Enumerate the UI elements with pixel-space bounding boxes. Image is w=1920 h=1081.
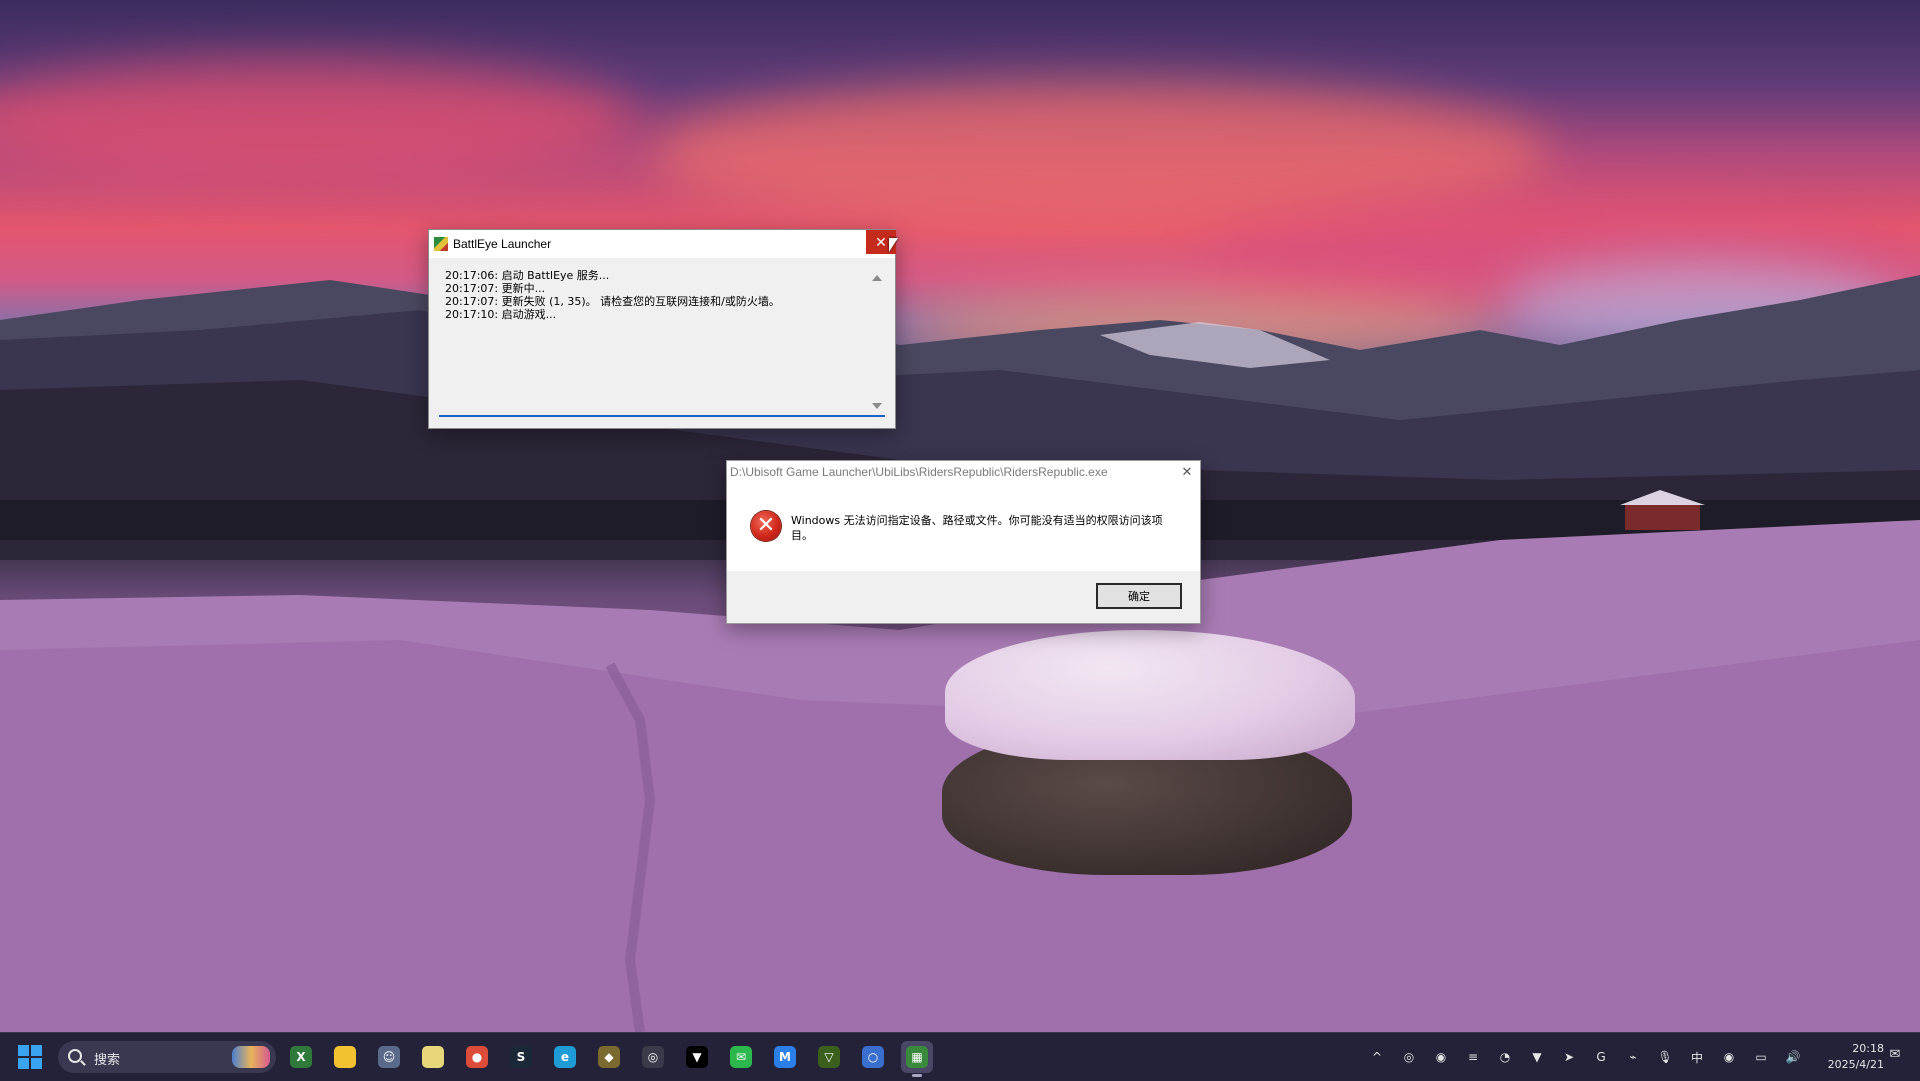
browser-globe-icon-glyph: ○ — [862, 1046, 884, 1068]
network-icon[interactable]: ▭ — [1751, 1047, 1771, 1067]
file-explorer-icon[interactable] — [329, 1041, 361, 1073]
search-placeholder: 搜索 — [94, 1053, 121, 1068]
close-button[interactable]: ✕ — [1178, 463, 1196, 481]
vpn-icon-glyph: ▼ — [686, 1046, 708, 1068]
notepad-app-icon[interactable] — [417, 1041, 449, 1073]
scroll-up-arrow-icon[interactable] — [872, 275, 882, 281]
xbox-icon-glyph: X — [290, 1046, 312, 1068]
mouse-cursor-icon — [889, 238, 898, 252]
tray-menu-icon[interactable]: ≡ — [1463, 1047, 1483, 1067]
avatar-app-icon[interactable]: ☺ — [373, 1041, 405, 1073]
tray-app-icon[interactable]: ◎ — [1399, 1047, 1419, 1067]
wechat-icon-glyph: ✉ — [730, 1046, 752, 1068]
dialog-title: D:\Ubisoft Game Launcher\UbiLibs\RidersR… — [730, 465, 1108, 479]
microphone-icon[interactable]: 🎙 — [1655, 1047, 1675, 1067]
accelerator-icon-glyph: ▽ — [818, 1046, 840, 1068]
battleye-icon[interactable]: ▦ — [901, 1041, 933, 1077]
tray-app-icon[interactable]: ◉ — [1719, 1047, 1739, 1067]
error-message: Windows 无法访问指定设备、路径或文件。你可能没有适当的权限访问该项目。 — [791, 514, 1163, 542]
ubisoft-icon[interactable]: ◎ — [637, 1041, 669, 1073]
chrome-icon[interactable]: ● — [461, 1041, 493, 1073]
file-explorer-icon-glyph — [334, 1046, 356, 1068]
battleye-launcher-window: BattlEye Launcher ✕ 20:17:06: 启动 BattlEy… — [428, 229, 896, 429]
accelerator-icon[interactable]: ▽ — [813, 1041, 845, 1073]
clock-date: 2025/4/21 — [1827, 1058, 1884, 1071]
clock-time: 20:18 — [1852, 1042, 1884, 1055]
vpn-icon[interactable]: ▼ — [681, 1041, 713, 1073]
input-method-icon[interactable]: 中 — [1687, 1047, 1707, 1067]
edge-like-icon[interactable]: e — [549, 1041, 581, 1073]
game-app-icon-glyph: ◆ — [598, 1046, 620, 1068]
volume-icon[interactable]: 🔊 — [1783, 1047, 1803, 1067]
maps-app-icon-glyph: M — [774, 1046, 796, 1068]
wechat-icon[interactable]: ✉ — [725, 1041, 757, 1073]
battleye-app-icon — [434, 237, 448, 251]
steam-icon[interactable]: S — [505, 1041, 537, 1073]
notification-icon[interactable]: ✉ — [1886, 1047, 1904, 1065]
dialog-footer: 确定 — [727, 571, 1200, 623]
error-x-glyph: ✕ — [756, 513, 776, 538]
log-scrollbar[interactable] — [869, 269, 885, 415]
battleye-icon-glyph: ▦ — [906, 1046, 928, 1068]
log-line: 20:17:07: 更新中... — [445, 282, 546, 295]
tray-app-icon[interactable]: ◔ — [1495, 1047, 1515, 1067]
close-icon: ✕ — [875, 233, 887, 250]
notepad-app-icon-glyph — [422, 1046, 444, 1068]
clock[interactable]: 20:18 2025/4/21 — [1810, 1041, 1884, 1073]
steam-icon-glyph: S — [510, 1046, 532, 1068]
taskbar: 搜索 X ☺ ● Se ◆ ◎ ▼ ✉ M ▽ ○ ▦ ^ ◎ ◉ ≡ ◔ ▼ ➤ G ⌁ 🎙 中 ◉ ▭ 🔊 20:18 20… — [0, 1032, 1920, 1081]
log-line: 20:17:06: 启动 BattlEye 服务... — [445, 269, 610, 282]
battleye-titlebar[interactable]: BattlEye Launcher ✕ — [429, 230, 896, 258]
ubisoft-icon-glyph: ◎ — [642, 1046, 664, 1068]
log-textbox[interactable]: 20:17:06: 启动 BattlEye 服务... 20:17:07: 更新… — [439, 269, 885, 417]
windows-start-icon[interactable] — [18, 1045, 42, 1069]
search-input[interactable]: 搜索 — [58, 1041, 276, 1073]
close-icon: ✕ — [1181, 464, 1193, 479]
tray-app-icon[interactable]: G — [1591, 1047, 1611, 1067]
error-icon: ✕ — [751, 511, 781, 541]
log-text: 20:17:06: 启动 BattlEye 服务... 20:17:07: 更新… — [445, 269, 865, 321]
avatar-app-icon-glyph: ☺ — [378, 1046, 400, 1068]
tray-app-icon[interactable]: ◉ — [1431, 1047, 1451, 1067]
error-dialog-titlebar[interactable]: D:\Ubisoft Game Launcher\UbiLibs\RidersR… — [727, 461, 1200, 483]
tray-network-activity-icon[interactable]: ⌁ — [1623, 1047, 1643, 1067]
scroll-down-arrow-icon[interactable] — [872, 403, 882, 409]
search-icon — [68, 1049, 82, 1063]
log-line: 20:17:07: 更新失败 (1, 35)。 请检查您的互联网连接和/或防火墙… — [445, 295, 780, 308]
window-title: BattlEye Launcher — [453, 237, 552, 251]
log-line: 20:17:10: 启动游戏... — [445, 308, 557, 321]
game-app-icon[interactable]: ◆ — [593, 1041, 625, 1073]
tray-vpn-icon[interactable]: ▼ — [1527, 1047, 1547, 1067]
search-highlight-icon[interactable] — [232, 1046, 270, 1068]
tray-steam-icon[interactable]: ➤ — [1559, 1047, 1579, 1067]
maps-app-icon[interactable]: M — [769, 1041, 801, 1073]
chrome-icon-glyph: ● — [466, 1046, 488, 1068]
edge-like-icon-glyph: e — [554, 1046, 576, 1068]
show-hidden-icons-icon[interactable]: ^ — [1367, 1047, 1387, 1067]
browser-globe-icon[interactable]: ○ — [857, 1041, 889, 1073]
error-dialog: D:\Ubisoft Game Launcher\UbiLibs\RidersR… — [726, 460, 1201, 624]
wallpaper-rock-snow — [945, 630, 1355, 760]
xbox-icon[interactable]: X — [285, 1041, 317, 1073]
ok-button[interactable]: 确定 — [1096, 583, 1182, 609]
